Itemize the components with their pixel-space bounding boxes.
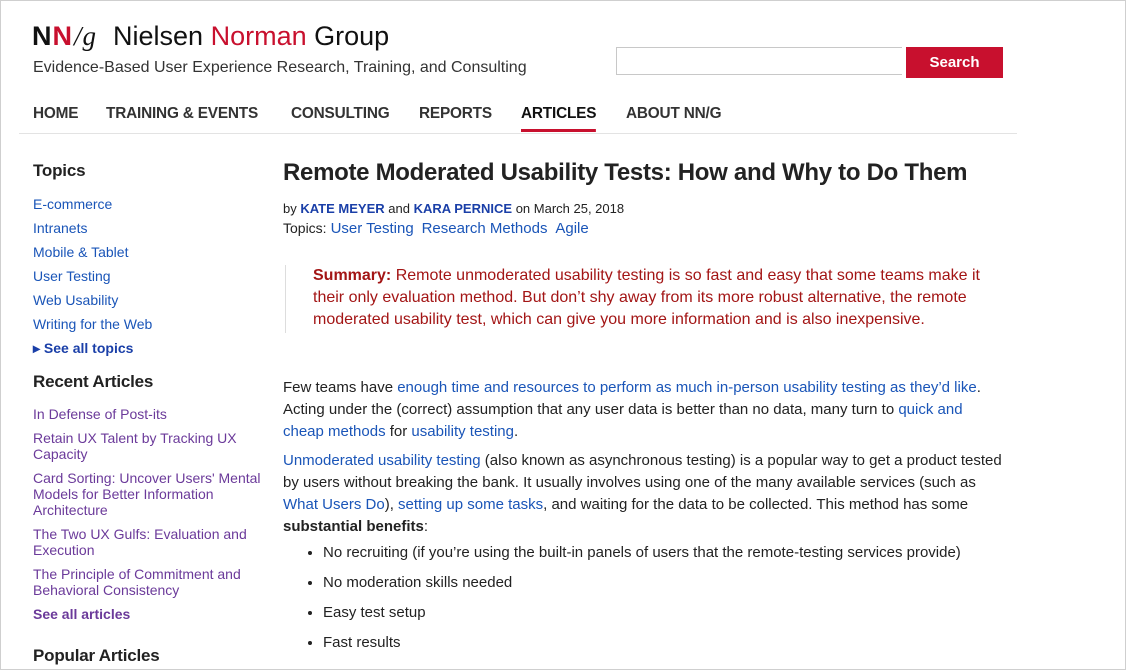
topic-link-user-testing[interactable]: User Testing <box>33 268 263 284</box>
site-tagline: Evidence-Based User Experience Research,… <box>33 59 527 76</box>
nav-divider <box>19 133 1017 134</box>
author-link-kate-meyer[interactable]: KATE MEYER <box>300 201 384 216</box>
list-item: No moderation skills needed <box>323 572 1003 594</box>
summary-text: Remote unmoderated usability testing is … <box>313 267 980 328</box>
see-all-topics-link[interactable]: ▸ See all topics <box>33 340 263 356</box>
sidebar: Topics E-commerce Intranets Mobile & Tab… <box>33 161 263 666</box>
article-title: Remote Moderated Usability Tests: How an… <box>283 159 968 186</box>
site-logo[interactable]: NN/g Nielsen Norman Group <box>32 21 389 52</box>
topics-list: E-commerce Intranets Mobile & Tablet Use… <box>33 196 263 356</box>
logo-name-norman: Norman <box>210 21 307 51</box>
topic-link-ecommerce[interactable]: E-commerce <box>33 196 263 212</box>
text-run: ), <box>384 496 399 513</box>
nav-reports[interactable]: REPORTS <box>419 105 492 132</box>
inline-link-usability-testing[interactable]: usability testing <box>411 423 514 440</box>
topic-tag-user-testing[interactable]: User Testing <box>331 220 414 237</box>
byline-by: by <box>283 201 297 216</box>
search-input[interactable] <box>616 47 902 75</box>
recent-article-link[interactable]: Card Sorting: Uncover Users' Mental Mode… <box>33 470 263 518</box>
article-topics: Topics: User Testing Research Methods Agi… <box>283 220 1003 237</box>
logo-name-nielsen: Nielsen <box>113 21 204 51</box>
article-paragraph-1: Few teams have enough time and resources… <box>283 377 1003 443</box>
nav-articles[interactable]: ARTICLES <box>521 105 597 132</box>
byline-and: and <box>388 201 410 216</box>
triangle-right-icon: ▸ <box>33 340 44 356</box>
list-item: Easy test setup <box>323 602 1003 624</box>
logo-letter-n2: N <box>52 21 73 51</box>
list-item: Fast results <box>323 632 1003 654</box>
topics-label: Topics: <box>283 220 327 236</box>
topic-tag-research-methods[interactable]: Research Methods <box>422 220 548 237</box>
nav-home[interactable]: HOME <box>33 105 79 132</box>
author-link-kara-pernice[interactable]: KARA PERNICE <box>414 201 512 216</box>
recent-articles-list: In Defense of Post-its Retain UX Talent … <box>33 406 263 622</box>
text-run: : <box>423 518 429 535</box>
logo-mark: NN/g <box>32 21 97 52</box>
see-all-articles-link[interactable]: See all articles <box>33 606 263 622</box>
bold-substantial-benefits: substantial benefits <box>283 518 424 535</box>
nav-consulting[interactable]: CONSULTING <box>291 105 390 132</box>
text-run: , and waiting for the data to be collect… <box>543 496 969 513</box>
list-item: No recruiting (if you’re using the built… <box>323 542 1003 564</box>
benefits-list: No recruiting (if you’re using the built… <box>283 542 1003 654</box>
see-all-topics-label: See all topics <box>43 340 134 356</box>
topic-link-writing-web[interactable]: Writing for the Web <box>33 316 263 332</box>
main-nav: HOME TRAINING & EVENTS CONSULTING REPORT… <box>33 105 751 132</box>
summary-label: Summary: <box>313 267 392 284</box>
recent-article-link[interactable]: Retain UX Talent by Tracking UX Capacity <box>33 430 263 462</box>
article-summary: Summary: Remote unmoderated usability te… <box>285 265 983 333</box>
article-byline: by KATE MEYER and KARA PERNICE on March … <box>283 201 1003 216</box>
topic-link-web-usability[interactable]: Web Usability <box>33 292 263 308</box>
inline-link-what-users-do[interactable]: What Users Do <box>283 496 385 513</box>
logo-company-name: Nielsen Norman Group <box>113 21 389 52</box>
inline-link-time-resources[interactable]: enough time and resources to perform as … <box>397 379 976 396</box>
topic-link-mobile-tablet[interactable]: Mobile & Tablet <box>33 244 263 260</box>
article-paragraph-2: Unmoderated usability testing (also know… <box>283 450 1003 538</box>
search-button[interactable]: Search <box>906 47 1003 78</box>
recent-article-link[interactable]: In Defense of Post-its <box>33 406 263 422</box>
logo-letter-n1: N <box>32 21 53 51</box>
article-main: Remote Moderated Usability Tests: How an… <box>283 159 1003 662</box>
text-run: . <box>513 423 519 440</box>
popular-articles-heading: Popular Articles <box>33 646 160 665</box>
topic-link-intranets[interactable]: Intranets <box>33 220 263 236</box>
logo-name-group: Group <box>314 21 390 51</box>
logo-slash-g: /g <box>74 21 98 51</box>
inline-link-setting-up-tasks[interactable]: setting up some tasks <box>398 496 543 513</box>
topics-heading: Topics <box>33 161 86 180</box>
recent-article-link[interactable]: The Two UX Gulfs: Evaluation and Executi… <box>33 526 263 558</box>
text-run: Few teams have <box>283 379 398 396</box>
recent-articles-heading: Recent Articles <box>33 372 154 391</box>
recent-article-link[interactable]: The Principle of Commitment and Behavior… <box>33 566 263 598</box>
inline-link-unmoderated[interactable]: Unmoderated usability testing <box>283 452 481 469</box>
browser-viewport: NN/g Nielsen Norman Group Evidence-Based… <box>0 0 1126 670</box>
nav-training-events[interactable]: TRAINING & EVENTS <box>106 105 258 132</box>
nav-about[interactable]: ABOUT NN/G <box>626 105 722 132</box>
text-run: for <box>385 423 412 440</box>
topic-tag-agile[interactable]: Agile <box>555 220 588 237</box>
article-date: on March 25, 2018 <box>515 201 625 216</box>
